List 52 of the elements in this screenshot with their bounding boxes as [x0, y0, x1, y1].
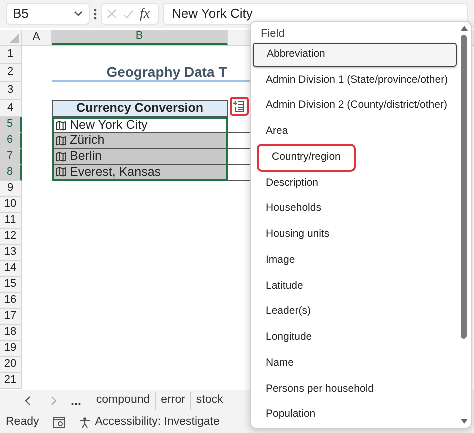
- name-box[interactable]: B5: [6, 3, 90, 25]
- menu-item[interactable]: Latitude: [253, 274, 316, 298]
- table-cell[interactable]: Everest, Kansas: [52, 165, 228, 181]
- row-header[interactable]: 9: [0, 181, 22, 197]
- sheet-title: Geography Data T: [106, 62, 228, 82]
- row-header[interactable]: 13: [0, 245, 22, 261]
- row-header[interactable]: 5: [0, 117, 22, 133]
- menu-item[interactable]: Abbreviation: [253, 42, 457, 67]
- row-header[interactable]: 3: [0, 82, 22, 100]
- sheet-tab[interactable]: error: [155, 392, 190, 410]
- row-header[interactable]: 15: [0, 277, 22, 293]
- row-header[interactable]: 19: [0, 341, 22, 357]
- status-text: Ready: [6, 414, 40, 430]
- row-header[interactable]: 11: [0, 213, 22, 229]
- row-header[interactable]: 6: [0, 133, 22, 149]
- row-header[interactable]: 1: [0, 46, 22, 64]
- insert-function-button[interactable]: fx: [140, 4, 150, 24]
- accessibility-status[interactable]: Accessibility: Investigate: [95, 414, 220, 432]
- row-header[interactable]: 10: [0, 197, 22, 213]
- more-sheets-button[interactable]: ...: [71, 392, 82, 410]
- table-cell[interactable]: Zürich: [52, 133, 228, 149]
- menu-item[interactable]: Housing units: [253, 223, 343, 247]
- sheet-tab[interactable]: stock: [190, 392, 228, 410]
- row-header[interactable]: 7: [0, 149, 22, 165]
- row-header[interactable]: 14: [0, 261, 22, 277]
- menu-item[interactable]: Country/region: [259, 146, 354, 170]
- menu-item[interactable]: Name: [253, 352, 308, 376]
- menu-item[interactable]: Area: [253, 120, 302, 144]
- menu-item[interactable]: Households: [253, 197, 334, 222]
- row-header[interactable]: 8: [0, 165, 22, 181]
- menu-header: Field: [260, 26, 286, 42]
- row-header[interactable]: 20: [0, 357, 22, 373]
- row-header[interactable]: 18: [0, 325, 22, 341]
- sheet-tab[interactable]: compound: [91, 392, 156, 410]
- row-header[interactable]: 12: [0, 229, 22, 245]
- menu-item[interactable]: Admin Division 1 (State/province/other): [253, 68, 462, 93]
- table-cell[interactable]: New York City: [52, 117, 228, 133]
- menu-item[interactable]: Description: [253, 172, 332, 196]
- menu-item[interactable]: Longitude: [253, 326, 326, 350]
- row-header[interactable]: 16: [0, 293, 22, 309]
- menu-item[interactable]: Persons per household: [253, 377, 387, 402]
- column-header[interactable]: B: [52, 30, 228, 45]
- row-header[interactable]: 17: [0, 309, 22, 325]
- menu-item[interactable]: Admin Division 2 (County/district/other): [253, 94, 460, 118]
- row-header[interactable]: 4: [0, 100, 22, 117]
- table-cell[interactable]: Berlin: [52, 149, 228, 165]
- menu-item[interactable]: Image: [253, 248, 308, 273]
- row-header[interactable]: 2: [0, 64, 22, 82]
- menu-item[interactable]: Population: [253, 403, 329, 428]
- table-header: Currency Conversion: [52, 100, 228, 117]
- menu-item[interactable]: Leader(s): [253, 300, 324, 324]
- row-header[interactable]: 21: [0, 373, 22, 389]
